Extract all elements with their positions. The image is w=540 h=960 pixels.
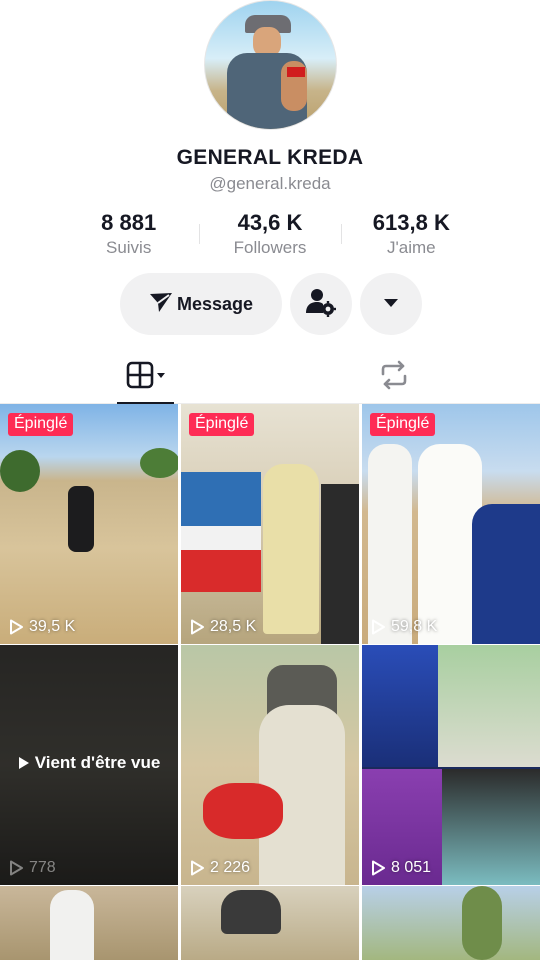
message-button[interactable]: Message: [120, 273, 282, 335]
tab-reposts[interactable]: [370, 350, 418, 404]
video-tile[interactable]: 2 226: [181, 645, 359, 885]
caret-down-icon: [383, 295, 399, 313]
view-count-value: 778: [29, 859, 56, 876]
tab-videos[interactable]: [117, 350, 174, 404]
video-tile[interactable]: Épinglé 59,8 K: [362, 404, 540, 644]
stat-likes[interactable]: 613,8 K J'aime: [341, 210, 482, 260]
play-icon: [10, 619, 23, 635]
video-tile[interactable]: Épinglé 39,5 K: [0, 404, 178, 644]
video-tile[interactable]: [362, 886, 540, 960]
follow-settings-button[interactable]: [290, 273, 352, 335]
play-icon: [191, 860, 204, 876]
content-tabs: [0, 350, 540, 404]
video-tile[interactable]: Épinglé 28,5 K: [181, 404, 359, 644]
repost-icon: [378, 360, 410, 395]
view-count: 28,5 K: [190, 618, 256, 636]
video-tile[interactable]: [0, 886, 178, 960]
video-tile[interactable]: [181, 886, 359, 960]
person-settings-icon: [305, 287, 337, 322]
stat-followers[interactable]: 43,6 K Followers: [199, 210, 340, 260]
stat-likes-label: J'aime: [387, 238, 436, 257]
recently-watched-label: Vient d'être vue: [0, 753, 178, 773]
play-icon: [372, 860, 385, 876]
view-count: 8 051: [371, 859, 431, 877]
stat-likes-value: 613,8 K: [372, 210, 450, 235]
play-icon: [372, 619, 385, 635]
play-icon: [10, 860, 23, 876]
play-icon: [18, 757, 29, 769]
view-count-value: 59,8 K: [391, 618, 438, 635]
profile-name: GENERAL KREDA: [176, 146, 364, 169]
play-icon: [191, 619, 204, 635]
send-icon: [149, 291, 173, 318]
view-count-value: 2 226: [210, 859, 251, 876]
pinned-badge: Épinglé: [189, 413, 255, 436]
view-count-value: 28,5 K: [210, 618, 257, 635]
profile-actions: Message: [120, 273, 422, 335]
stat-following-label: Suivis: [105, 238, 152, 257]
video-tile[interactable]: Vient d'être vue 778: [0, 645, 178, 885]
stat-following-value: 8 881: [101, 210, 157, 235]
view-count: 778: [9, 859, 56, 877]
view-count: 2 226: [190, 859, 250, 877]
profile-handle: @general.kreda: [209, 174, 331, 193]
pinned-badge: Épinglé: [8, 413, 74, 436]
view-count-value: 8 051: [391, 859, 432, 876]
stat-following[interactable]: 8 881 Suivis: [58, 210, 199, 260]
stat-followers-value: 43,6 K: [237, 210, 303, 235]
profile-avatar[interactable]: [204, 0, 337, 130]
stat-divider: [199, 224, 200, 244]
video-tile[interactable]: 8 051: [362, 645, 540, 885]
more-options-button[interactable]: [360, 273, 422, 335]
view-count-value: 39,5 K: [29, 618, 76, 635]
stat-followers-label: Followers: [233, 238, 307, 257]
stat-divider: [341, 224, 342, 244]
profile-stats: 8 881 Suivis 43,6 K Followers 613,8 K J'…: [58, 210, 482, 260]
view-count: 39,5 K: [9, 618, 75, 636]
message-button-label: Message: [176, 293, 254, 314]
grid-icon: [126, 361, 166, 394]
pinned-badge: Épinglé: [370, 413, 436, 436]
view-count: 59,8 K: [371, 618, 437, 636]
